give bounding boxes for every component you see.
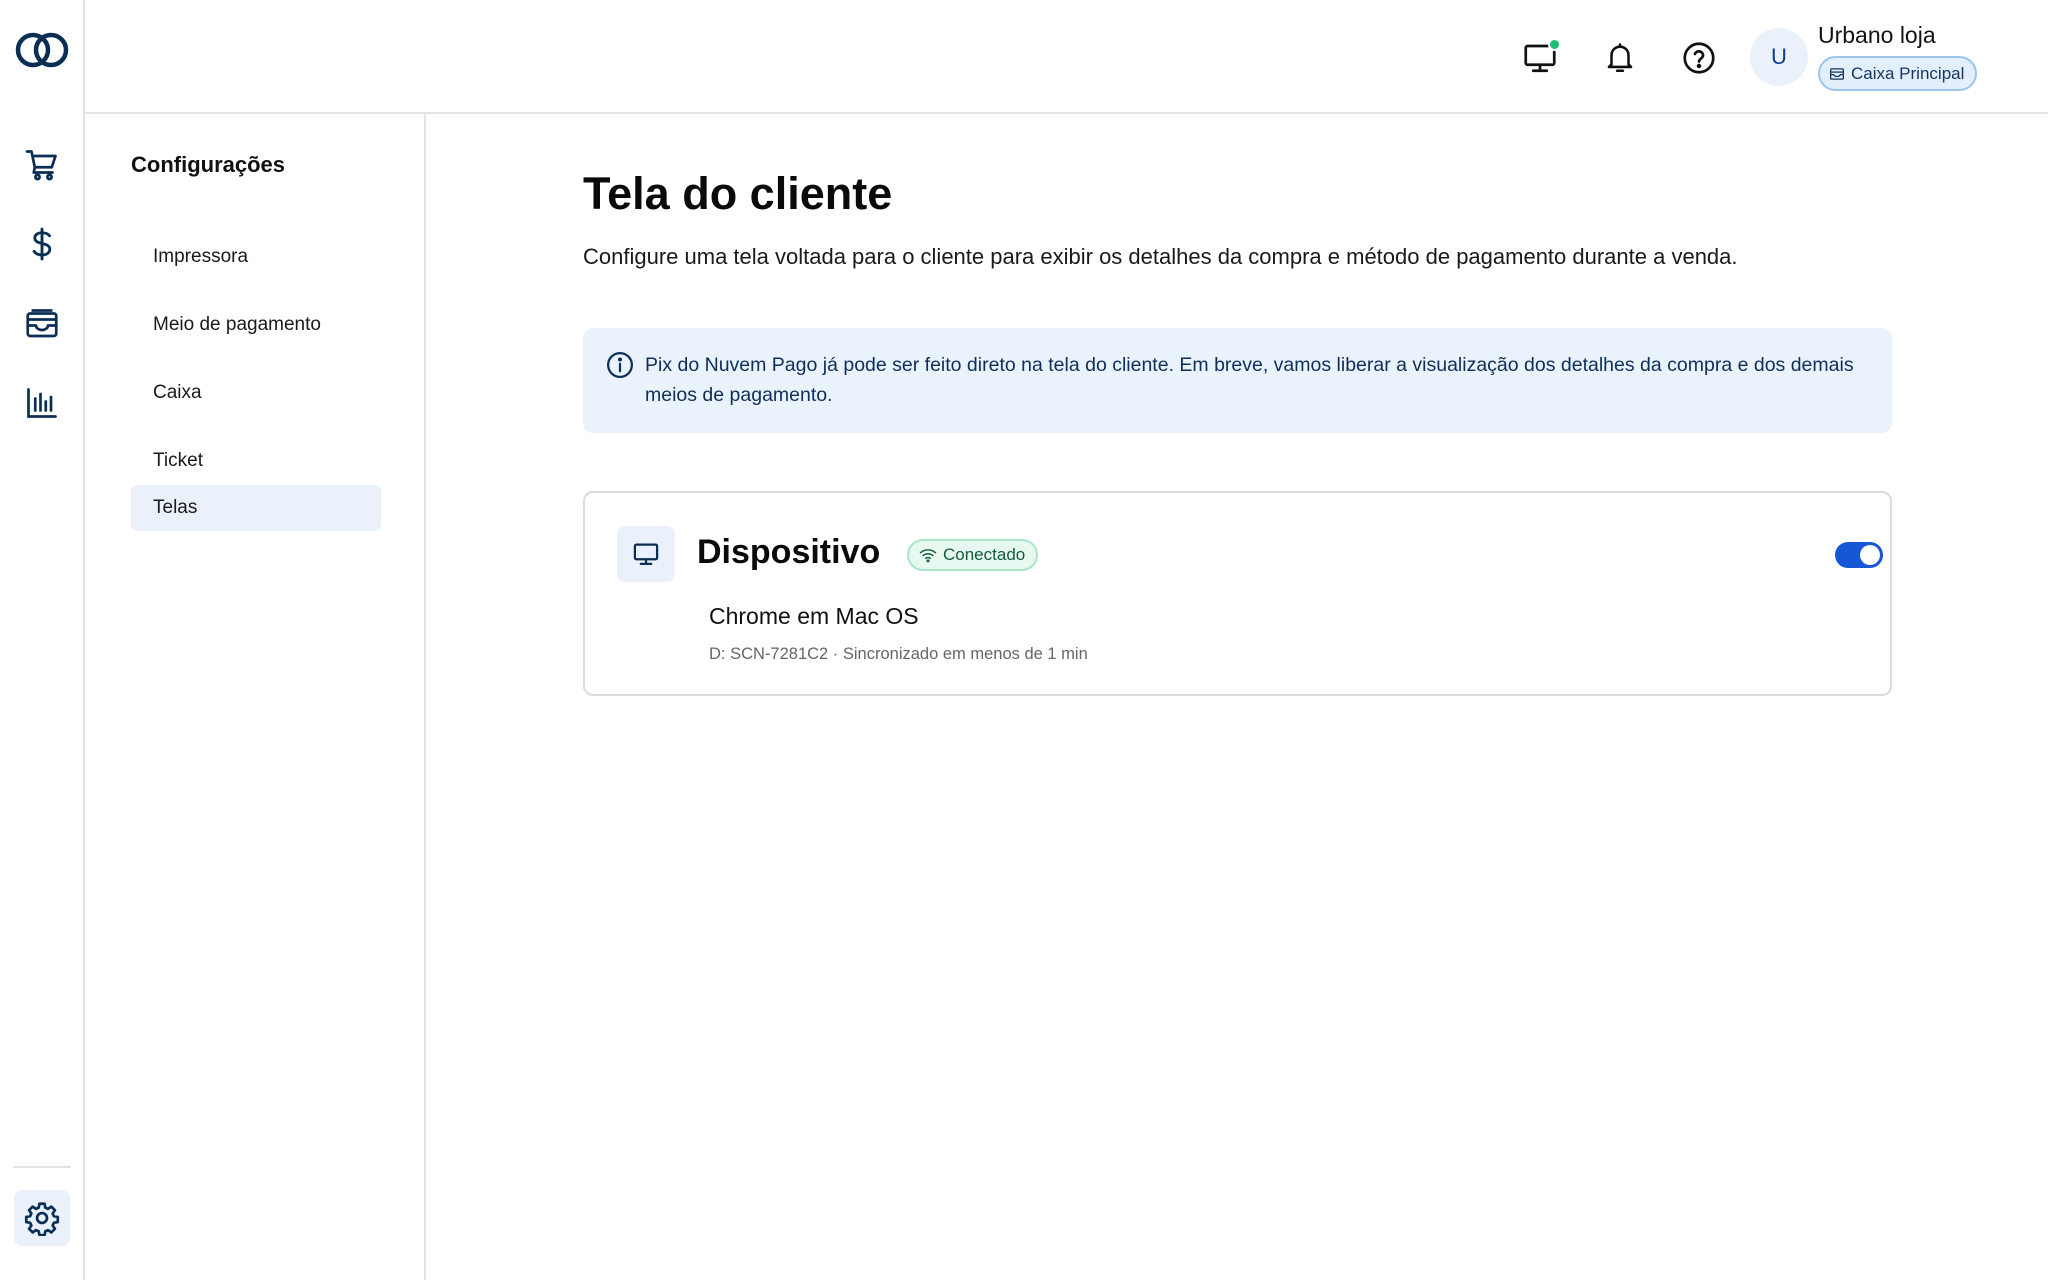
sidebar-item-label: Meio de pagamento <box>153 314 321 335</box>
sidebar-item-label: Caixa <box>153 382 202 403</box>
monitor-icon <box>617 526 675 582</box>
info-banner: Pix do Nuvem Pago já pode ser feito dire… <box>583 328 1892 433</box>
cash-drawer-icon <box>1830 67 1844 80</box>
settings-sidebar: Configurações Impressora Meio de pagamen… <box>85 114 426 1280</box>
app: U Urbano loja Caixa Principal Configuraç… <box>0 0 2048 1280</box>
help-icon[interactable] <box>1671 30 1727 86</box>
settings-title: Configurações <box>131 152 286 177</box>
status-badge-label: Conectado <box>943 545 1026 564</box>
sidebar-item-telas[interactable]: Telas <box>131 485 381 531</box>
info-banner-text: Pix do Nuvem Pago já pode ser feito dire… <box>645 354 1854 406</box>
device-card: Dispositivo Conectado Chrome em Mac OS D… <box>583 491 1892 696</box>
main-content: Tela do cliente Configure uma tela volta… <box>428 116 2048 1280</box>
avatar[interactable]: U <box>1750 28 1808 86</box>
device-browser: Chrome em Mac OS <box>709 603 919 629</box>
icon-rail <box>0 0 85 1280</box>
gear-icon[interactable] <box>14 1190 70 1246</box>
cash-register-label: Caixa Principal <box>1851 63 1965 83</box>
sidebar-item-label: Impressora <box>153 246 249 267</box>
connection-status-dot <box>1548 38 1561 51</box>
sidebar-item-meio-de-pagamento[interactable]: Meio de pagamento <box>131 302 381 348</box>
wifi-icon <box>919 549 937 563</box>
cash-register-badge[interactable]: Caixa Principal <box>1818 56 1978 91</box>
device-title: Dispositivo <box>697 533 881 571</box>
monitor-icon[interactable] <box>1512 30 1568 86</box>
sidebar-item-impressora[interactable]: Impressora <box>131 234 381 280</box>
cart-icon[interactable] <box>14 137 70 193</box>
rail-divider <box>13 1166 71 1168</box>
store-name: Urbano loja <box>1818 22 1936 48</box>
bell-icon[interactable] <box>1592 30 1648 86</box>
dollar-icon[interactable] <box>14 216 70 272</box>
page-title: Tela do cliente <box>583 168 893 219</box>
sidebar-item-label: Ticket <box>153 450 203 471</box>
info-icon <box>607 352 633 378</box>
sidebar-item-caixa[interactable]: Caixa <box>131 370 381 416</box>
top-bar: U Urbano loja Caixa Principal <box>85 0 2048 114</box>
device-enabled-toggle[interactable] <box>1835 542 1883 568</box>
status-badge: Conectado <box>907 539 1039 571</box>
avatar-initial: U <box>1771 44 1787 69</box>
toggle-knob <box>1860 545 1880 565</box>
sidebar-item-label: Telas <box>153 497 198 518</box>
bar-chart-icon[interactable] <box>14 375 70 431</box>
page-description: Configure uma tela voltada para o client… <box>583 244 1738 269</box>
device-meta: D: SCN-7281C2 · Sincronizado em menos de… <box>709 645 1088 663</box>
sidebar-item-ticket[interactable]: Ticket <box>131 438 381 484</box>
brand-logo[interactable] <box>13 27 71 73</box>
cash-drawer-icon[interactable] <box>14 296 70 352</box>
